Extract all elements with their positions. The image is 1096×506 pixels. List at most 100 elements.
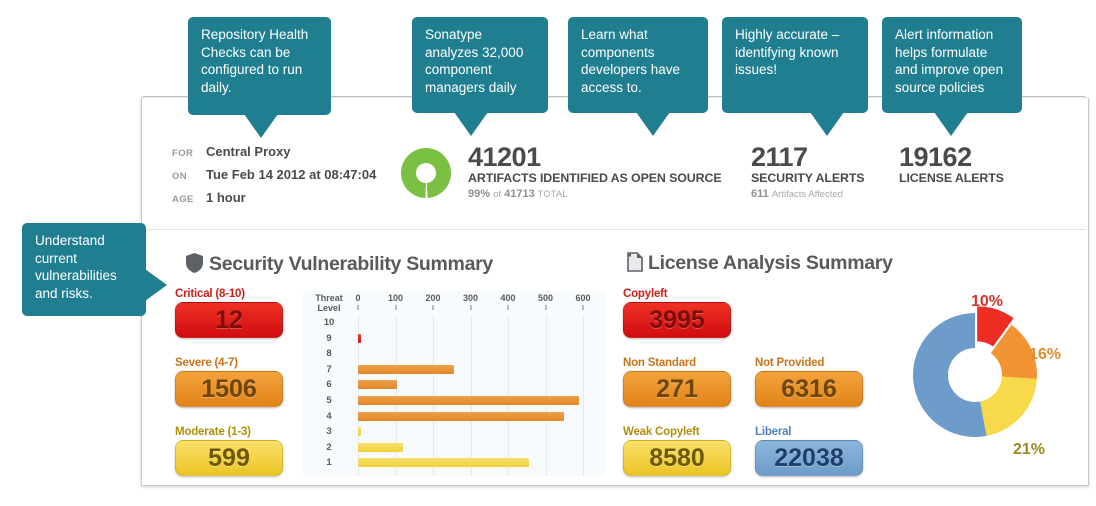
metadata-key: FOR — [172, 148, 206, 159]
badge-value[interactable]: 3995 — [623, 302, 731, 338]
badge-value[interactable]: 6316 — [755, 371, 863, 407]
chart-row-label: 1 — [309, 457, 349, 468]
chart-bar — [358, 365, 454, 374]
chart-row-label: 10 — [309, 317, 349, 328]
metadata-key: AGE — [172, 194, 206, 205]
stat-sub: 99% of 41713 TOTAL — [468, 187, 722, 202]
badge-label: Moderate (1-3) — [175, 426, 283, 438]
badge-label: Weak Copyleft — [623, 426, 731, 438]
badge-copyleft: Copyleft 3995 — [623, 288, 731, 338]
chart-bar — [358, 427, 361, 436]
chart-x-tick: 600 — [575, 293, 590, 310]
stat-label: SECURITY ALERTS — [751, 171, 864, 186]
chart-row-label: 9 — [309, 333, 349, 344]
stat-sub-tail: Artifacts Affected — [772, 189, 843, 200]
chart-bar — [358, 334, 361, 343]
shield-icon — [186, 253, 203, 273]
chart-bar — [358, 380, 397, 389]
badge-moderate: Moderate (1-3) 599 — [175, 426, 283, 476]
badge-label: Severe (4-7) — [175, 357, 283, 369]
callout-text: Learn what components developers have ac… — [581, 27, 680, 95]
badge-value[interactable]: 271 — [623, 371, 731, 407]
report-metadata: FOR Central Proxy ON Tue Feb 14 2012 at … — [172, 144, 376, 213]
callout-tail-icon — [454, 112, 488, 136]
metadata-key: ON — [172, 171, 206, 182]
badge-weak-copyleft: Weak Copyleft 8580 — [623, 426, 731, 476]
chart-row-label: 7 — [309, 364, 349, 375]
chart-axis-label: ThreatLevel — [309, 293, 349, 313]
stat-security-alerts: 2117 SECURITY ALERTS 611 Artifacts Affec… — [751, 143, 864, 202]
badge-not-provided: Not Provided 6316 — [755, 357, 863, 407]
callout-text: Repository Health Checks can be configur… — [201, 27, 308, 95]
chart-x-tick: 500 — [538, 293, 553, 310]
metadata-row-age: AGE 1 hour — [172, 190, 376, 205]
callout-text: Understand current vulnerabilities and r… — [35, 233, 117, 301]
stat-label: LICENSE ALERTS — [899, 171, 1004, 186]
chart-x-tick: 0 — [355, 293, 360, 310]
chart-row-label: 6 — [309, 379, 349, 390]
callout-health-checks: Repository Health Checks can be configur… — [188, 17, 331, 115]
badge-severe: Severe (4-7) 1506 — [175, 357, 283, 407]
badge-critical: Critical (8-10) 12 — [175, 288, 283, 338]
donut-slice — [913, 313, 987, 437]
chart-row-label: 3 — [309, 426, 349, 437]
badge-label: Liberal — [755, 426, 863, 438]
threat-level-bar-chart: ThreatLevel 0100200300400500600109876543… — [303, 291, 606, 476]
chart-gridline — [583, 315, 584, 476]
callout-tail-icon — [636, 112, 670, 136]
chart-x-tick: 300 — [463, 293, 478, 310]
badge-value[interactable]: 1506 — [175, 371, 283, 407]
badge-label: Not Provided — [755, 357, 863, 369]
chart-row-label: 2 — [309, 442, 349, 453]
stat-sub-mid: of — [493, 189, 501, 200]
metadata-row-for: FOR Central Proxy — [172, 144, 376, 159]
stat-label: ARTIFACTS IDENTIFIED AS OPEN SOURCE — [468, 171, 722, 186]
callout-text: Sonatype analyzes 32,000 component manag… — [425, 27, 523, 95]
chart-row-label: 5 — [309, 395, 349, 406]
stat-number: 2117 — [751, 143, 864, 171]
callout-understand-vulnerabilities: Understand current vulnerabilities and r… — [22, 223, 146, 316]
donut-slice — [980, 377, 1037, 436]
stat-sub-number: 41713 — [504, 188, 535, 200]
badge-value[interactable]: 8580 — [623, 440, 731, 476]
stat-artifacts-open-source: 41201 ARTIFACTS IDENTIFIED AS OPEN SOURC… — [468, 143, 722, 202]
badge-label: Critical (8-10) — [175, 288, 283, 300]
license-distribution-donut: 10%16%21% — [905, 305, 1045, 445]
chart-x-tick: 200 — [425, 293, 440, 310]
chart-bar — [358, 396, 579, 405]
callout-sonatype-analyzes: Sonatype analyzes 32,000 component manag… — [412, 17, 548, 113]
stat-sub: 611 Artifacts Affected — [751, 187, 864, 202]
green-donut-gauge-icon — [401, 148, 451, 198]
donut-percent-label: 21% — [1013, 441, 1045, 459]
chart-row-label: 8 — [309, 348, 349, 359]
callout-tail-icon — [145, 269, 167, 301]
chart-bar — [358, 458, 529, 467]
badge-value[interactable]: 599 — [175, 440, 283, 476]
callout-tail-icon — [934, 112, 968, 136]
stat-sub-tail: TOTAL — [538, 189, 568, 200]
callout-text: Alert information helps formulate and im… — [895, 27, 1003, 95]
badge-value[interactable]: 12 — [175, 302, 283, 338]
badge-label: Non Standard — [623, 357, 731, 369]
callout-alert-information: Alert information helps formulate and im… — [882, 17, 1022, 113]
stat-sub-number: 611 — [751, 188, 769, 200]
callout-tail-icon — [810, 112, 844, 136]
chart-row-label: 4 — [309, 411, 349, 422]
chart-bar — [358, 412, 564, 421]
stat-number: 41201 — [468, 143, 722, 171]
callout-highly-accurate: Highly accurate – identifying known issu… — [722, 17, 868, 113]
metadata-value: Tue Feb 14 2012 at 08:47:04 — [206, 167, 376, 182]
donut-percent-label: 16% — [1029, 346, 1061, 364]
report-header: FOR Central Proxy ON Tue Feb 14 2012 at … — [142, 131, 1086, 230]
metadata-row-on: ON Tue Feb 14 2012 at 08:47:04 — [172, 167, 376, 182]
callout-text: Highly accurate – identifying known issu… — [735, 27, 839, 77]
badge-non-standard: Non Standard 271 — [623, 357, 731, 407]
donut-percent-label: 10% — [971, 293, 1003, 311]
stat-license-alerts: 19162 LICENSE ALERTS — [899, 143, 1004, 186]
badge-label: Copyleft — [623, 288, 731, 300]
callout-tail-icon — [244, 114, 278, 138]
badge-value[interactable]: 22038 — [755, 440, 863, 476]
badge-liberal: Liberal 22038 — [755, 426, 863, 476]
stat-number: 19162 — [899, 143, 1004, 171]
security-panel-title: Security Vulnerability Summary — [209, 253, 493, 276]
